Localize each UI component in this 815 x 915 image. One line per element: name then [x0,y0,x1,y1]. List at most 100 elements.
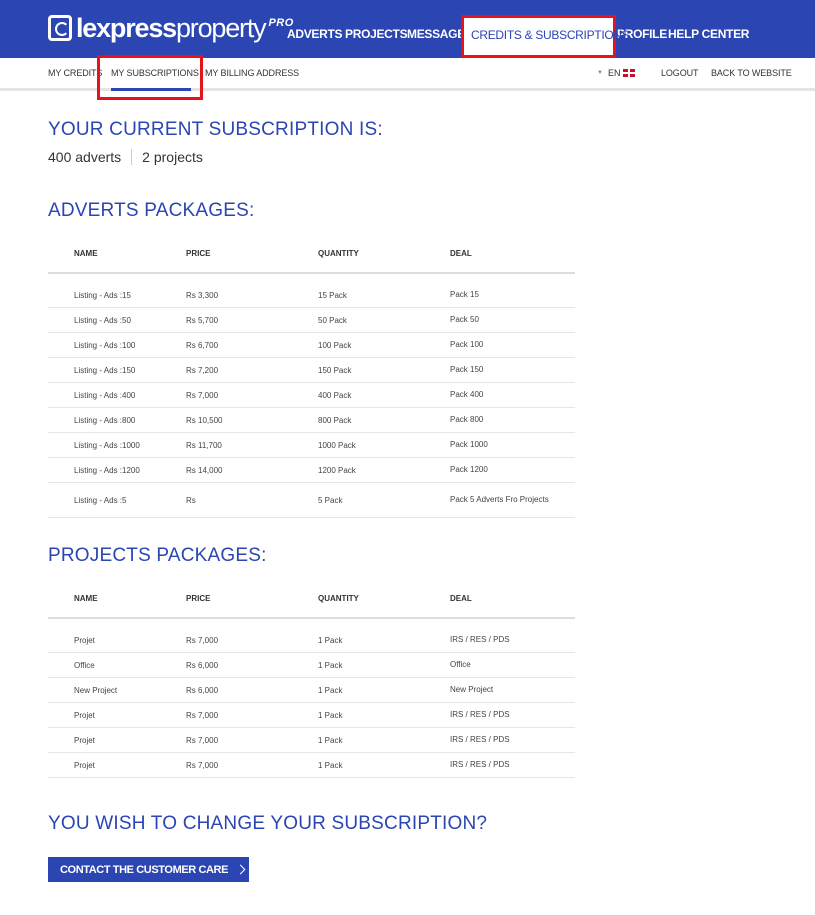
logout-link[interactable]: LOGOUT [661,68,699,78]
table-row: Listing - Ads :15 Rs 3,300 15 Pack Pack 15 [48,273,575,308]
table-row: Listing - Ads :400 Rs 7,000 400 Pack Pack 4… [48,382,575,408]
table-header-row: NAME PRICE QUANTITY DEAL [48,238,575,274]
subnav-billing-address[interactable]: MY BILLING ADDRESS [205,68,299,78]
contact-button-label: CONTACT THE CUSTOMER CARE [60,863,229,876]
cell-deal: Pack 400 [450,382,575,408]
cell-deal: Pack 15 [450,273,575,308]
current-subscription-summary: 400 adverts 2 projects [48,149,203,165]
cell-quantity: 100 Pack [318,332,450,358]
nav-adverts[interactable]: ADVERTS [287,27,343,41]
cell-price: Rs 11,700 [186,432,318,458]
cell-price: Rs 7,000 [186,752,318,778]
projects-packages-heading: PROJECTS PACKAGES: [48,545,267,566]
cell-price: Rs 6,000 [186,652,318,678]
cell-price: Rs 7,000 [186,382,318,408]
cell-price: Rs 6,000 [186,677,318,703]
cell-price: Rs 7,000 [186,618,318,653]
table-row: Projet Rs 7,000 1 Pack IRS / RES / PDS [48,702,575,728]
cell-quantity: 400 Pack [318,382,450,408]
cell-deal: Pack 800 [450,407,575,433]
table-row: Listing - Ads :1200 Rs 14,000 1200 Pack Pac… [48,457,575,483]
cell-name: Listing - Ads :400 [48,382,186,408]
cell-price: Rs 7,200 [186,357,318,383]
cell-deal: Pack 50 [450,307,575,333]
projects-packages-table: NAME PRICE QUANTITY DEAL Projet Rs 7,000 1… [48,583,575,778]
nav-credits-highlight: CREDITS & SUBSCRIPTIONS [461,15,630,58]
top-bar: lexpressproperty PRO ADVERTS PROJECTS ME… [0,0,815,58]
cell-deal: Pack 1000 [450,432,575,458]
language-code: EN [607,68,621,78]
cell-quantity: 1 Pack [318,702,450,728]
cell-name: Listing - Ads :1000 [48,432,186,458]
cell-price: Rs 3,300 [186,273,318,308]
current-projects: 2 projects [142,149,203,165]
caret-down-icon: ▼ [597,70,603,76]
chevron-right-icon [235,864,246,875]
cell-name: Office [48,652,186,678]
cell-quantity: 5 Pack [318,482,450,518]
cell-quantity: 15 Pack [318,273,450,308]
table-header-row: NAME PRICE QUANTITY DEAL [48,583,575,619]
column-header-name: NAME [48,583,186,619]
nav-projects[interactable]: PROJECTS [345,27,408,41]
table-row: Projet Rs 7,000 1 Pack IRS / RES / PDS [48,618,575,653]
cell-deal: IRS / RES / PDS [450,618,575,653]
uk-flag-icon [623,69,636,77]
subnav-my-credits[interactable]: MY CREDITS [48,68,102,78]
cell-name: Projet [48,727,186,753]
cell-price: Rs 5,700 [186,307,318,333]
contact-customer-care-button[interactable]: CONTACT THE CUSTOMER CARE [48,857,249,882]
cell-name: Listing - Ads :800 [48,407,186,433]
cell-quantity: 50 Pack [318,307,450,333]
cell-quantity: 150 Pack [318,357,450,383]
table-row: Projet Rs 7,000 1 Pack IRS / RES / PDS [48,752,575,778]
table-row: Listing - Ads :50 Rs 5,700 50 Pack Pack 50 [48,307,575,333]
cell-deal: Pack 5 Adverts Fro Projects [450,482,575,518]
table-row: Listing - Ads :800 Rs 10,500 800 Pack Pack … [48,407,575,433]
nav-help-center[interactable]: HELP CENTER [668,27,749,41]
language-selector[interactable]: ▼ EN [597,68,636,78]
cell-quantity: 1200 Pack [318,457,450,483]
table-row: Listing - Ads :1000 Rs 11,700 1000 Pack Pac… [48,432,575,458]
cell-deal: Pack 100 [450,332,575,358]
cell-quantity: 1 Pack [318,652,450,678]
current-subscription-heading: YOUR CURRENT SUBSCRIPTION IS: [48,119,383,140]
logo[interactable]: lexpressproperty PRO [48,13,294,43]
cell-name: Listing - Ads :15 [48,273,186,308]
nav-credits-subscriptions[interactable]: CREDITS & SUBSCRIPTIONS [471,28,630,42]
cell-price: Rs 7,000 [186,702,318,728]
cell-deal: IRS / RES / PDS [450,702,575,728]
cell-quantity: 800 Pack [318,407,450,433]
column-header-price: PRICE [186,238,318,274]
cell-name: Listing - Ads :100 [48,332,186,358]
cell-deal: IRS / RES / PDS [450,727,575,753]
cell-quantity: 1 Pack [318,677,450,703]
cell-name: Listing - Ads :50 [48,307,186,333]
cell-price: Rs 10,500 [186,407,318,433]
column-header-deal: DEAL [450,583,575,619]
table-row: Listing - Ads :5 Rs 5 Pack Pack 5 Adverts F… [48,482,575,518]
logo-house-icon [48,15,72,41]
adverts-packages-heading: ADVERTS PACKAGES: [48,200,255,221]
table-row: Listing - Ads :150 Rs 7,200 150 Pack Pack 1… [48,357,575,383]
logo-text: lexpressproperty [76,13,267,43]
cell-name: New Project [48,677,186,703]
cell-deal: Office [450,652,575,678]
cell-price: Rs 6,700 [186,332,318,358]
cell-deal: IRS / RES / PDS [450,752,575,778]
cell-quantity: 1 Pack [318,727,450,753]
cell-name: Projet [48,618,186,653]
cell-deal: New Project [450,677,575,703]
cell-price: Rs [186,482,318,518]
divider [131,149,133,165]
table-row: Projet Rs 7,000 1 Pack IRS / RES / PDS [48,727,575,753]
table-row: Office Rs 6,000 1 Pack Office [48,652,575,678]
cell-price: Rs 7,000 [186,727,318,753]
current-adverts: 400 adverts [48,149,122,165]
back-to-website-link[interactable]: BACK TO WEBSITE [711,68,792,78]
cell-name: Projet [48,752,186,778]
subscriptions-highlight [97,55,203,100]
table-row: Listing - Ads :100 Rs 6,700 100 Pack Pack 1… [48,332,575,358]
cell-name: Listing - Ads :1200 [48,457,186,483]
column-header-quantity: QUANTITY [318,583,450,619]
